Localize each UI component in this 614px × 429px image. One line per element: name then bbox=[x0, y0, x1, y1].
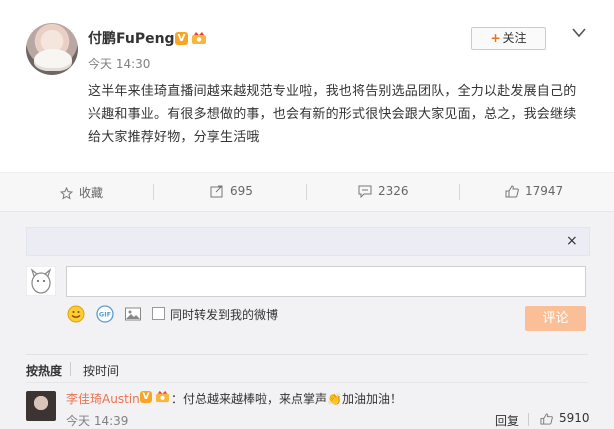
action-separator bbox=[306, 184, 307, 200]
emoji-icon[interactable] bbox=[67, 305, 85, 323]
author-name[interactable]: 付鹏FuPeng bbox=[88, 28, 175, 48]
reply-button[interactable]: 回复 bbox=[495, 412, 519, 429]
action-separator bbox=[528, 413, 529, 426]
submit-comment-button[interactable]: 评论 bbox=[525, 306, 586, 331]
follow-label: 关注 bbox=[502, 31, 527, 45]
divider bbox=[26, 382, 588, 383]
sort-by-time-tab[interactable]: 按时间 bbox=[83, 362, 119, 379]
notice-banner bbox=[26, 227, 590, 256]
author-avatar[interactable] bbox=[26, 23, 78, 75]
image-icon[interactable] bbox=[124, 305, 142, 323]
repost-count: 695 bbox=[230, 184, 253, 198]
gif-icon[interactable]: GIF bbox=[96, 305, 114, 323]
sort-separator bbox=[70, 362, 71, 376]
post-content: 这半年来佳琦直播间越来越规范专业啦，我也将告别选品团队，全力以赴发展自己的兴趣和… bbox=[88, 84, 577, 145]
repost-checkbox-label[interactable]: 同时转发到我的微博 bbox=[170, 306, 278, 323]
chevron-down-icon[interactable] bbox=[572, 28, 586, 38]
verified-badge-icon: V bbox=[140, 391, 152, 403]
repost-checkbox[interactable] bbox=[152, 307, 165, 320]
close-icon[interactable]: × bbox=[566, 233, 578, 249]
sort-by-hot-tab[interactable]: 按热度 bbox=[26, 362, 62, 379]
like-count: 17947 bbox=[525, 184, 564, 198]
member-crown-icon bbox=[192, 32, 206, 44]
verified-badge-icon: V bbox=[175, 32, 188, 45]
star-icon bbox=[60, 187, 73, 200]
repost-icon bbox=[210, 185, 223, 198]
commenter-name[interactable]: 李佳琦Austin bbox=[66, 390, 140, 407]
thumbs-up-icon bbox=[505, 185, 519, 198]
comment-input[interactable] bbox=[66, 266, 586, 297]
favorite-button[interactable]: 收藏 bbox=[60, 184, 103, 201]
action-separator bbox=[153, 184, 154, 200]
comment-like-count: 5910 bbox=[559, 411, 590, 425]
svg-text:GIF: GIF bbox=[99, 311, 111, 319]
default-user-avatar-icon bbox=[26, 266, 56, 296]
comment-time: 今天 14:39 bbox=[66, 414, 129, 428]
action-separator bbox=[459, 184, 460, 200]
like-button[interactable]: 17947 bbox=[505, 184, 563, 198]
dog-in-avatar bbox=[34, 49, 72, 71]
comment-icon bbox=[358, 185, 372, 198]
member-crown-icon bbox=[156, 390, 169, 403]
post-time[interactable]: 今天 14:30 bbox=[88, 55, 150, 72]
favorite-label: 收藏 bbox=[79, 186, 104, 200]
repost-button[interactable]: 695 bbox=[210, 184, 253, 198]
comment-button[interactable]: 2326 bbox=[358, 184, 409, 198]
plus-icon: + bbox=[490, 31, 501, 45]
thumbs-up-icon bbox=[540, 413, 553, 425]
comment-count: 2326 bbox=[378, 184, 409, 198]
comment-text: ：付总越来越棒啦，来点掌声👏加油加油！ bbox=[171, 392, 402, 406]
comment-like-button[interactable]: 5910 bbox=[540, 411, 590, 425]
divider bbox=[26, 354, 588, 355]
follow-button[interactable]: + 关注 bbox=[471, 27, 546, 50]
commenter-avatar[interactable] bbox=[26, 391, 56, 421]
